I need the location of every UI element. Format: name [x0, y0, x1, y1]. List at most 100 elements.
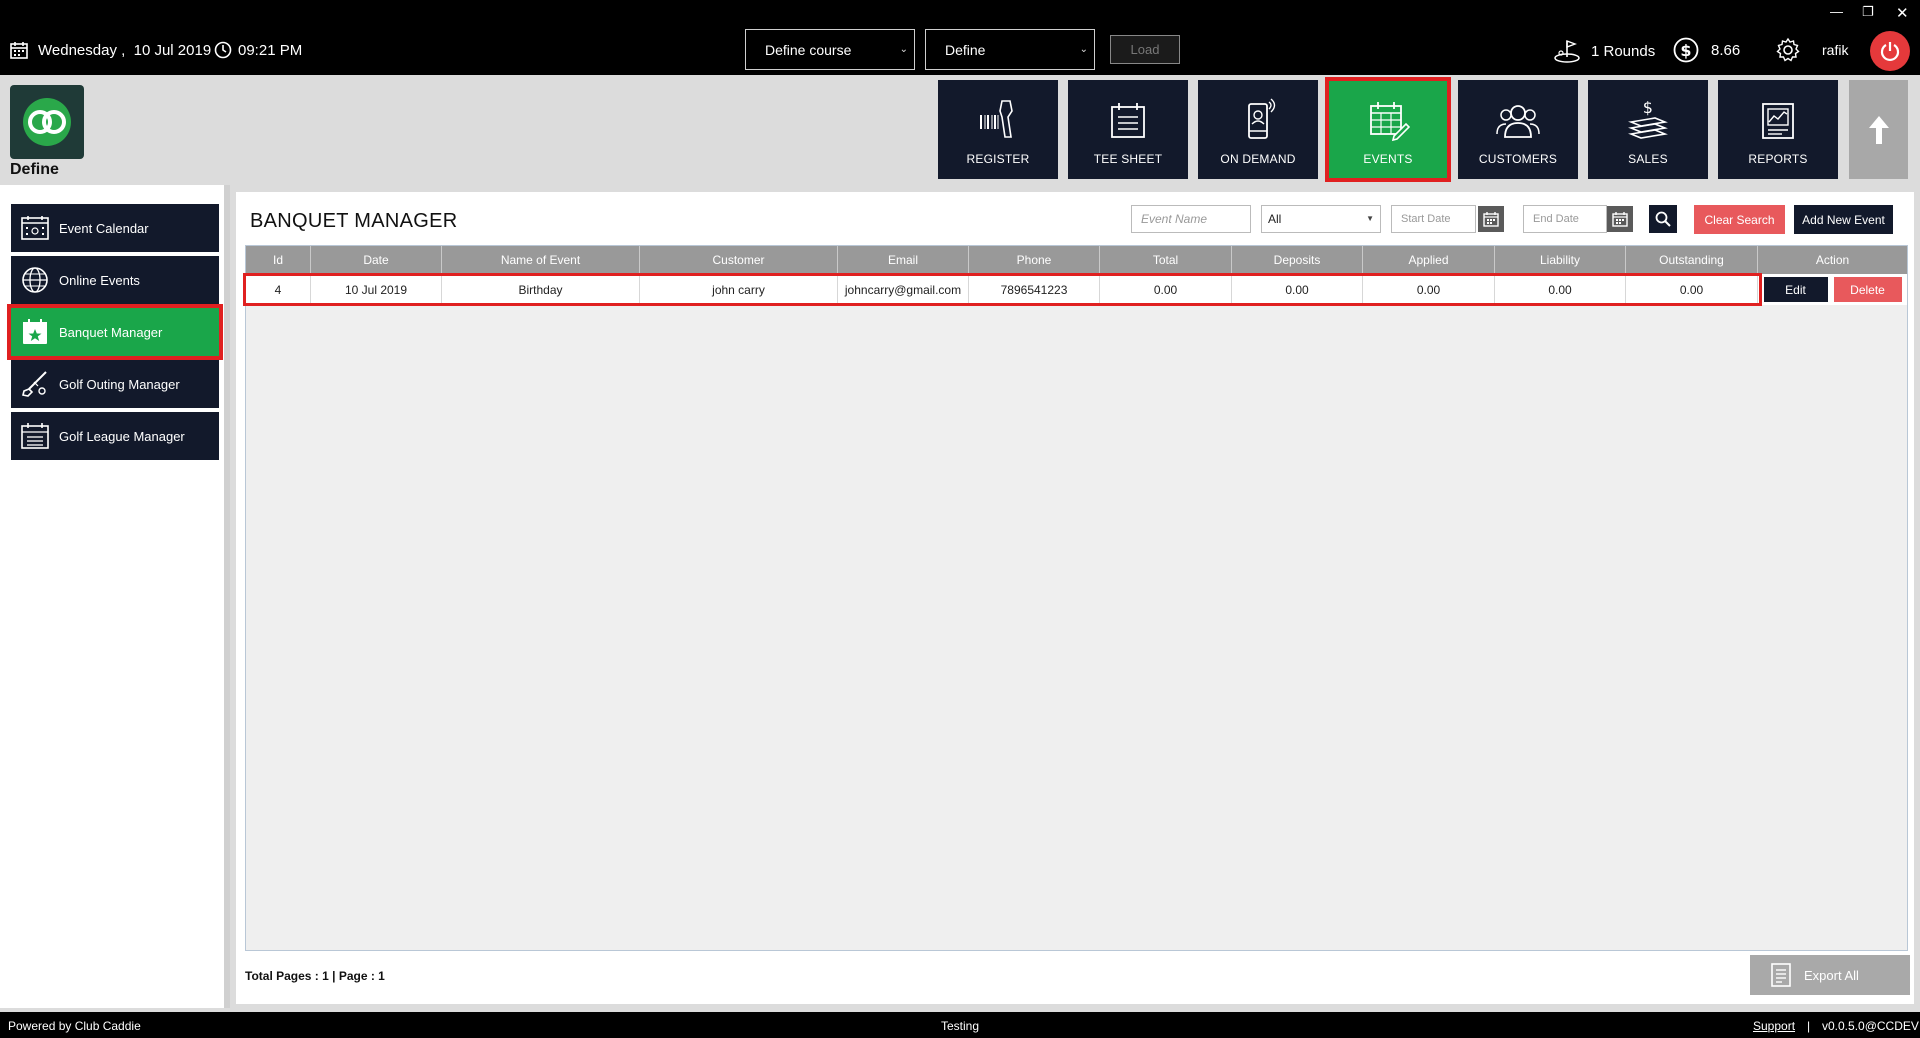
table-row[interactable]: 4 10 Jul 2019 Birthday john carry johnca…	[246, 274, 1907, 305]
sidebar-item-golf-league-manager[interactable]: Golf League Manager	[11, 412, 219, 460]
sidebar-item-golf-outing-manager[interactable]: Golf Outing Manager	[11, 360, 219, 408]
balance-display[interactable]: $ 8.66	[1673, 37, 1740, 63]
calendar-edit-icon	[1370, 102, 1410, 142]
clear-search-button[interactable]: Clear Search	[1694, 205, 1785, 234]
cell-total: 0.00	[1100, 274, 1232, 305]
calendar-list-icon	[11, 422, 59, 450]
cell-liability: 0.00	[1495, 274, 1626, 305]
restore-icon[interactable]: ❐	[1862, 4, 1874, 20]
nav-sales[interactable]: $ SALES	[1588, 80, 1708, 179]
define-select[interactable]: Define ⌄	[925, 29, 1095, 70]
end-date-input[interactable]: End Date	[1523, 205, 1607, 233]
sheet-icon	[1111, 103, 1145, 138]
cell-deposits: 0.00	[1232, 274, 1363, 305]
scroll-up-button[interactable]	[1849, 80, 1908, 179]
status-select[interactable]: All ▼	[1261, 205, 1381, 233]
sidebar-item-event-calendar[interactable]: Event Calendar	[11, 204, 219, 252]
column-header: Action	[1815, 253, 1850, 267]
rounds-display[interactable]: 1 Rounds	[1553, 39, 1655, 63]
column-header[interactable]: Phone	[969, 246, 1100, 274]
search-button[interactable]	[1649, 205, 1677, 233]
header: Define REGISTER TEE SHEET ON DEMAND EVEN…	[0, 75, 1920, 185]
nav-register[interactable]: REGISTER	[938, 80, 1058, 179]
column-header[interactable]: Email	[838, 246, 969, 274]
dollar-icon: $	[1673, 37, 1699, 63]
document-list-icon	[1771, 963, 1791, 987]
nav-register-label: REGISTER	[966, 152, 1030, 166]
sidebar-item-online-events[interactable]: Online Events	[11, 256, 219, 304]
chevron-down-icon: ⌄	[1079, 44, 1088, 55]
sidebar-item-banquet-manager[interactable]: Banquet Manager	[7, 304, 223, 360]
course-select-value: Define course	[765, 41, 852, 58]
column-header[interactable]: Id	[246, 246, 311, 274]
username[interactable]: rafik	[1822, 42, 1848, 58]
export-all-label: Export All	[1804, 967, 1859, 983]
edit-button[interactable]: Edit	[1763, 277, 1828, 302]
balance-text: 8.66	[1711, 41, 1741, 59]
pagination-info: Total Pages : 1 | Page : 1	[245, 969, 385, 983]
power-button[interactable]	[1870, 31, 1910, 71]
add-new-event-button[interactable]: Add New Event	[1794, 205, 1893, 234]
cell-email: johncarry@gmail.com	[838, 274, 969, 305]
column-header[interactable]: Outstanding	[1626, 246, 1758, 274]
column-header[interactable]: Date	[311, 246, 442, 274]
status-select-value: All	[1268, 212, 1282, 226]
nav-events[interactable]: EVENTS	[1325, 77, 1451, 182]
mobile-icon	[1248, 98, 1276, 139]
nav-customers[interactable]: CUSTOMERS	[1458, 80, 1578, 179]
close-icon[interactable]: ✕	[1896, 4, 1909, 22]
end-date-picker[interactable]	[1607, 206, 1633, 232]
nav-sales-label: SALES	[1628, 152, 1668, 166]
nav-on-demand-label: ON DEMAND	[1220, 152, 1296, 166]
calendar-icon	[1483, 212, 1499, 227]
globe-icon	[11, 265, 59, 295]
column-header[interactable]: Applied	[1363, 246, 1495, 274]
start-date-picker[interactable]	[1478, 206, 1504, 232]
load-button[interactable]: Load	[1110, 35, 1180, 64]
barcode-scanner-icon	[980, 100, 1013, 138]
nav-reports[interactable]: REPORTS	[1718, 80, 1838, 179]
nav-tee-sheet[interactable]: TEE SHEET	[1068, 80, 1188, 179]
course-select[interactable]: Define course ⌄	[745, 29, 915, 70]
footer: Powered by Club Caddie Testing Support |…	[0, 1012, 1920, 1038]
nav-on-demand[interactable]: ON DEMAND	[1198, 80, 1318, 179]
sidebar-item-label: Banquet Manager	[59, 324, 163, 340]
date-display: Wednesday , 10 Jul 2019	[10, 41, 211, 59]
svg-text:$: $	[1680, 41, 1691, 60]
nav-customers-label: CUSTOMERS	[1478, 152, 1558, 166]
column-header[interactable]: Name of Event	[442, 246, 640, 274]
column-header[interactable]: Total	[1100, 246, 1232, 274]
column-header[interactable]: Liability	[1495, 246, 1626, 274]
calendar-icon	[11, 215, 59, 241]
minimize-icon[interactable]: —	[1830, 4, 1843, 19]
course-name: Define	[10, 161, 59, 178]
version-text: v0.0.5.0@CCDEV	[1822, 1019, 1919, 1033]
nav-events-label: EVENTS	[1363, 152, 1413, 166]
rounds-text: 1 Rounds	[1591, 42, 1656, 60]
sidebar-item-label: Online Events	[59, 272, 140, 288]
column-header[interactable]: Customer	[640, 246, 838, 274]
search-icon	[1655, 211, 1671, 227]
event-name-input[interactable]: Event Name	[1131, 205, 1251, 233]
calendar-icon	[1612, 212, 1628, 227]
column-header[interactable]: Deposits	[1232, 246, 1363, 274]
sidebar-item-label: Event Calendar	[59, 220, 149, 236]
settings-button[interactable]	[1775, 37, 1801, 63]
cell-action: Edit Delete	[1758, 274, 1907, 305]
money-icon: $	[1628, 98, 1668, 139]
main-panel: BANQUET MANAGER Event Name All ▼ Start D…	[236, 192, 1914, 1004]
export-all-button[interactable]: Export All	[1750, 955, 1910, 995]
power-icon	[1880, 42, 1900, 62]
environment-label: Testing	[941, 1019, 980, 1033]
logo-icon	[23, 98, 71, 146]
table-header: Id Date Name of Event Customer Email Pho…	[246, 246, 1907, 274]
events-table: Id Date Name of Event Customer Email Pho…	[243, 245, 1908, 951]
sidebar-item-label: Golf Outing Manager	[59, 376, 180, 392]
start-date-input[interactable]: Start Date	[1391, 205, 1476, 233]
svg-text:$: $	[1643, 98, 1653, 117]
powered-by-text: Powered by Club Caddie	[8, 1019, 141, 1033]
delete-button[interactable]: Delete	[1833, 277, 1902, 302]
cell-outstanding: 0.00	[1626, 274, 1758, 305]
sidebar: Event Calendar Online Events Banquet Man…	[0, 185, 230, 1008]
support-link[interactable]: Support	[1753, 1019, 1795, 1033]
